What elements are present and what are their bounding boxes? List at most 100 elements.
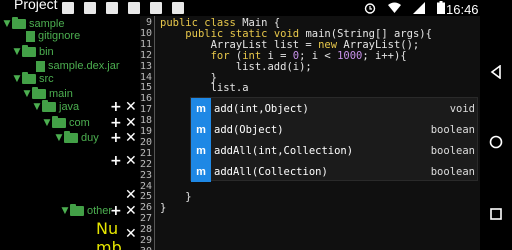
line-number: 30 <box>140 246 152 250</box>
row-actions: + ✕ <box>110 116 137 130</box>
code-token: ); <box>299 60 312 73</box>
line-number: 27 <box>140 213 152 225</box>
line-number: 19 <box>140 126 152 137</box>
notification-icon <box>128 2 140 14</box>
tree-item-java[interactable]: ▼ java + ✕ <box>0 99 140 115</box>
add-icon[interactable]: + <box>110 154 122 168</box>
tree-item-other[interactable]: ▼ other + ✕ <box>0 203 140 219</box>
suggestion-item[interactable]: m addAll(int,Collection) boolean <box>191 140 479 161</box>
battery-icon <box>437 1 445 14</box>
folder-icon <box>70 204 84 216</box>
wifi-icon <box>388 2 401 13</box>
notification-icon <box>150 2 162 14</box>
folder-icon <box>42 100 56 112</box>
chevron-down-icon[interactable]: ▼ <box>12 74 22 84</box>
line-number: 22 <box>140 158 152 170</box>
signal-icon <box>413 1 425 14</box>
back-icon <box>490 65 501 79</box>
line-number: 11 <box>140 38 152 50</box>
folder-icon <box>22 72 36 84</box>
app-title: Project <box>14 0 58 12</box>
folder-icon <box>64 131 78 143</box>
line-number: 16 <box>140 93 152 105</box>
file-icon <box>36 60 45 72</box>
line-number: 24 <box>140 180 152 192</box>
back-button[interactable] <box>488 64 504 80</box>
close-icon[interactable]: ✕ <box>125 131 137 145</box>
notification-icon <box>62 2 74 14</box>
recents-icon <box>490 208 502 220</box>
code-token: a <box>242 82 249 95</box>
chevron-down-icon[interactable]: ▼ <box>22 89 32 99</box>
file-tree: ▼ sample gitignore ▼ bin sample.dex.jar … <box>0 16 140 250</box>
navigation-bar <box>480 0 512 250</box>
close-icon[interactable]: ✕ <box>125 100 137 114</box>
chevron-down-icon[interactable]: ▼ <box>42 118 52 128</box>
line-number: 13 <box>140 60 152 72</box>
code-token: < <box>318 49 338 62</box>
code-line[interactable]: list.a <box>160 82 249 94</box>
chevron-down-icon[interactable]: ▼ <box>32 102 42 112</box>
add-icon[interactable]: + <box>110 131 122 145</box>
close-icon[interactable]: ✕ <box>125 204 137 218</box>
system-icons <box>364 1 445 14</box>
row-actions: + ✕ <box>110 154 137 168</box>
close-icon[interactable]: ✕ <box>125 227 137 241</box>
line-number: 15 <box>140 82 152 94</box>
add-icon[interactable]: + <box>110 116 122 130</box>
code-token: list <box>235 60 262 73</box>
suggestion-item[interactable]: m add(int,Object) void <box>191 98 479 119</box>
add-icon[interactable]: + <box>110 204 122 218</box>
method-icon: m <box>191 140 211 161</box>
home-icon <box>489 135 503 149</box>
folder-icon <box>52 116 66 128</box>
line-number: 10 <box>140 27 152 39</box>
suggestion-item[interactable]: m addAll(Collection) boolean <box>191 161 479 182</box>
alarm-icon <box>364 2 376 14</box>
chevron-down-icon[interactable]: ▼ <box>12 47 22 57</box>
code-token: list <box>210 82 236 95</box>
tree-item-main-java[interactable]: Main.j ava + ✕ <box>74 144 140 182</box>
notification-icon <box>84 2 96 14</box>
method-icon: m <box>191 98 211 119</box>
suggestion-item[interactable]: m add(Object) boolean <box>191 119 479 140</box>
row-actions: + ✕ <box>110 100 137 114</box>
line-number: 23 <box>140 169 152 181</box>
chevron-down-icon[interactable]: ▼ <box>54 133 64 143</box>
add-icon[interactable]: + <box>110 100 122 114</box>
line-number: 9 <box>145 17 152 28</box>
line-number-gutter: 9 10 11 12 13 14 15 16 17 18 19 20 21 22 23 24 25 26 27 28 2… <box>140 16 155 250</box>
folder-icon <box>32 87 46 99</box>
row-actions: + ✕ <box>110 204 137 218</box>
code-token: ; <box>362 49 376 62</box>
row-actions: + ✕ <box>110 131 137 145</box>
line-number: 25 <box>140 191 152 203</box>
line-number: 20 <box>140 136 152 148</box>
file-icon <box>26 30 35 42</box>
line-number: 17 <box>140 104 152 116</box>
notification-icons <box>62 2 184 16</box>
tree-item-partial-file[interactable]: Nu mb ✕ <box>84 219 140 250</box>
close-icon[interactable]: ✕ <box>125 188 137 202</box>
row-actions: ✕ <box>125 227 137 241</box>
line-number: 18 <box>140 115 152 127</box>
tree-item-src[interactable]: ▼ src <box>0 71 140 87</box>
autocomplete-popup: m add(int,Object) void m add(Object) boo… <box>190 97 479 182</box>
number-token: 1000 <box>337 49 363 62</box>
close-icon[interactable]: ✕ <box>125 154 137 168</box>
code-token: ){ <box>419 27 432 40</box>
tree-item-gitignore[interactable]: gitignore <box>0 28 140 44</box>
tree-item-com[interactable]: ▼ com + ✕ <box>0 115 140 131</box>
method-icon: m <box>191 119 211 140</box>
row-actions: ✕ <box>125 188 137 202</box>
chevron-down-icon[interactable]: ▼ <box>60 206 70 216</box>
home-button[interactable] <box>488 134 504 150</box>
code-line[interactable]: } <box>160 202 166 214</box>
clock: 16:46 <box>446 2 479 17</box>
line-number: 14 <box>140 71 152 83</box>
folder-icon <box>22 45 36 57</box>
line-number: 28 <box>140 224 152 236</box>
recents-button[interactable] <box>488 206 504 222</box>
close-icon[interactable]: ✕ <box>125 116 137 130</box>
